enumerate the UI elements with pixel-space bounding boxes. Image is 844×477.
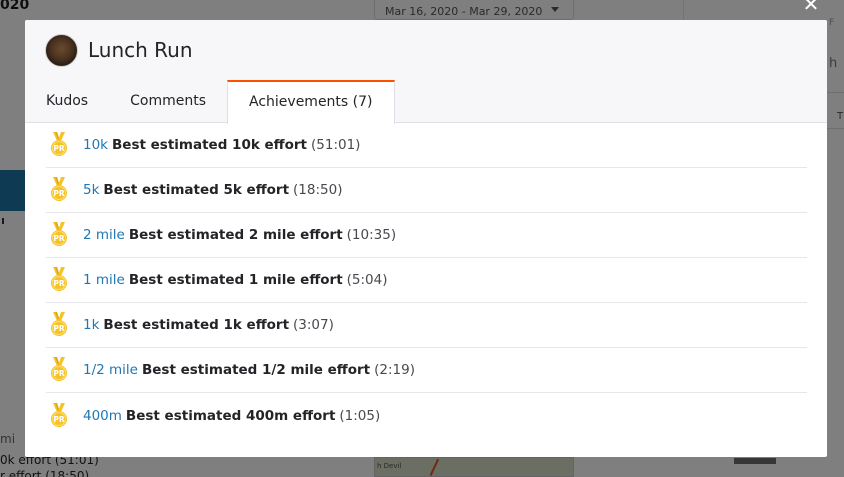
achievement-description: Best estimated 10k effort: [112, 137, 307, 153]
achievement-time: (10:35): [346, 227, 397, 243]
tab-achievements[interactable]: Achievements (7): [227, 80, 395, 124]
achievement-list: PR 10k Best estimated 10k effort (51:01)…: [25, 123, 827, 438]
close-icon[interactable]: ✕: [801, 0, 821, 14]
pr-medal-icon: PR: [51, 357, 67, 381]
svg-text:PR: PR: [53, 369, 64, 378]
svg-text:PR: PR: [53, 189, 64, 198]
achievement-description: Best estimated 2 mile effort: [128, 227, 343, 243]
svg-text:PR: PR: [53, 234, 64, 243]
list-item: PR 1k Best estimated 1k effort (3:07): [46, 303, 807, 348]
achievement-time: (51:01): [311, 137, 361, 153]
pr-medal-icon: PR: [51, 177, 67, 201]
achievement-description: Best estimated 400m effort: [125, 407, 336, 424]
tab-bar: Kudos Comments Achievements (7): [25, 80, 827, 124]
activity-modal: Lunch Run Kudos Comments Achievements (7…: [25, 20, 827, 457]
achievement-distance-link[interactable]: 1k: [83, 317, 99, 333]
svg-text:PR: PR: [53, 324, 64, 333]
list-item: PR 400m Best estimated 400m effort (1:05…: [46, 393, 807, 438]
modal-header: Lunch Run: [25, 20, 827, 80]
pr-medal-icon: PR: [51, 132, 67, 156]
achievement-time: (1:05): [339, 407, 381, 424]
achievement-description: Best estimated 5k effort: [103, 182, 290, 198]
svg-text:PR: PR: [53, 144, 64, 153]
pr-medal-icon: PR: [51, 222, 67, 246]
list-item: PR 1/2 mile Best estimated 1/2 mile effo…: [46, 348, 807, 393]
pr-medal-icon: PR: [51, 267, 67, 291]
achievement-distance-link[interactable]: 10k: [83, 137, 108, 153]
achievement-time: (2:19): [374, 362, 415, 378]
achievement-distance-link[interactable]: 1/2 mile: [83, 362, 138, 378]
achievement-distance-link[interactable]: 5k: [83, 182, 99, 198]
pr-medal-icon: PR: [51, 312, 67, 336]
tab-comments[interactable]: Comments: [109, 80, 227, 122]
list-item: PR 10k Best estimated 10k effort (51:01): [46, 123, 807, 168]
avatar[interactable]: [45, 33, 78, 67]
svg-text:PR: PR: [53, 415, 64, 424]
tab-kudos[interactable]: Kudos: [25, 80, 109, 122]
achievement-description: Best estimated 1 mile effort: [128, 272, 343, 288]
achievement-time: (18:50): [293, 182, 343, 198]
achievement-distance-link[interactable]: 1 mile: [83, 272, 125, 288]
achievement-time: (3:07): [293, 317, 334, 333]
achievement-distance-link[interactable]: 2 mile: [83, 227, 125, 243]
achievement-description: Best estimated 1/2 mile effort: [141, 362, 371, 378]
svg-text:PR: PR: [53, 279, 64, 288]
achievement-time: (5:04): [346, 272, 388, 288]
list-item: PR 1 mile Best estimated 1 mile effort (…: [46, 258, 807, 303]
list-item: PR 2 mile Best estimated 2 mile effort (…: [46, 213, 807, 258]
achievement-distance-link[interactable]: 400m: [83, 408, 122, 424]
achievement-description: Best estimated 1k effort: [103, 317, 290, 333]
modal-title: Lunch Run: [88, 38, 193, 62]
pr-medal-icon: PR: [51, 402, 67, 427]
list-item: PR 5k Best estimated 5k effort (18:50): [46, 168, 807, 213]
